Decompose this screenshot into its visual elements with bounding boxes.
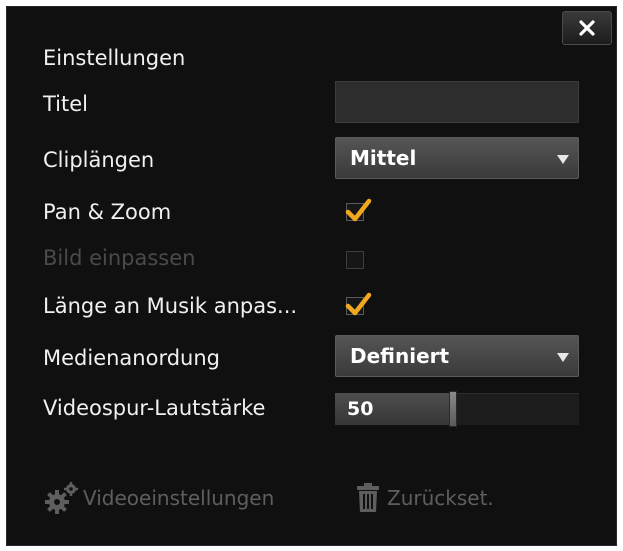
clip-length-value: Mittel [350,146,417,170]
slider-handle[interactable] [449,391,457,427]
fit-to-music-checkbox[interactable] [344,292,372,317]
fit-image-checkbox[interactable] [344,247,368,271]
pan-zoom-label: Pan & Zoom [43,200,172,224]
close-icon [579,20,595,36]
reset-label: Zurückset. [387,486,494,510]
fit-image-label: Bild einpassen [43,246,196,270]
gears-icon [45,482,78,514]
chevron-down-icon [557,155,569,164]
settings-dialog: Einstellungen Titel Cliplängen Mittel Pa… [6,6,617,546]
clip-length-dropdown[interactable]: Mittel [335,137,579,179]
chevron-down-icon [557,353,569,362]
pan-zoom-checkbox[interactable] [344,198,372,223]
checkbox-box [346,251,364,269]
reset-button[interactable]: Zurückset. [355,481,494,515]
slider-track [451,393,579,425]
video-volume-value: 50 [347,398,374,420]
clip-length-label: Cliplängen [43,148,155,172]
media-order-label: Medienanordung [43,346,221,370]
video-volume-slider[interactable]: 50 [335,391,579,427]
checkmark-icon [345,292,372,316]
close-button[interactable] [562,11,612,45]
video-volume-label: Videospur-Lautstärke [43,396,266,420]
title-input[interactable] [335,81,579,123]
media-order-value: Definiert [350,344,450,368]
video-settings-button[interactable]: Videoeinstellungen [43,481,274,515]
media-order-dropdown[interactable]: Definiert [335,335,579,377]
dialog-heading: Einstellungen [43,46,186,70]
checkmark-icon [345,198,372,222]
trash-icon [357,483,379,512]
video-settings-label: Videoeinstellungen [83,486,275,510]
title-label: Titel [43,92,89,116]
fit-to-music-label: Länge an Musik anpas... [43,294,298,318]
